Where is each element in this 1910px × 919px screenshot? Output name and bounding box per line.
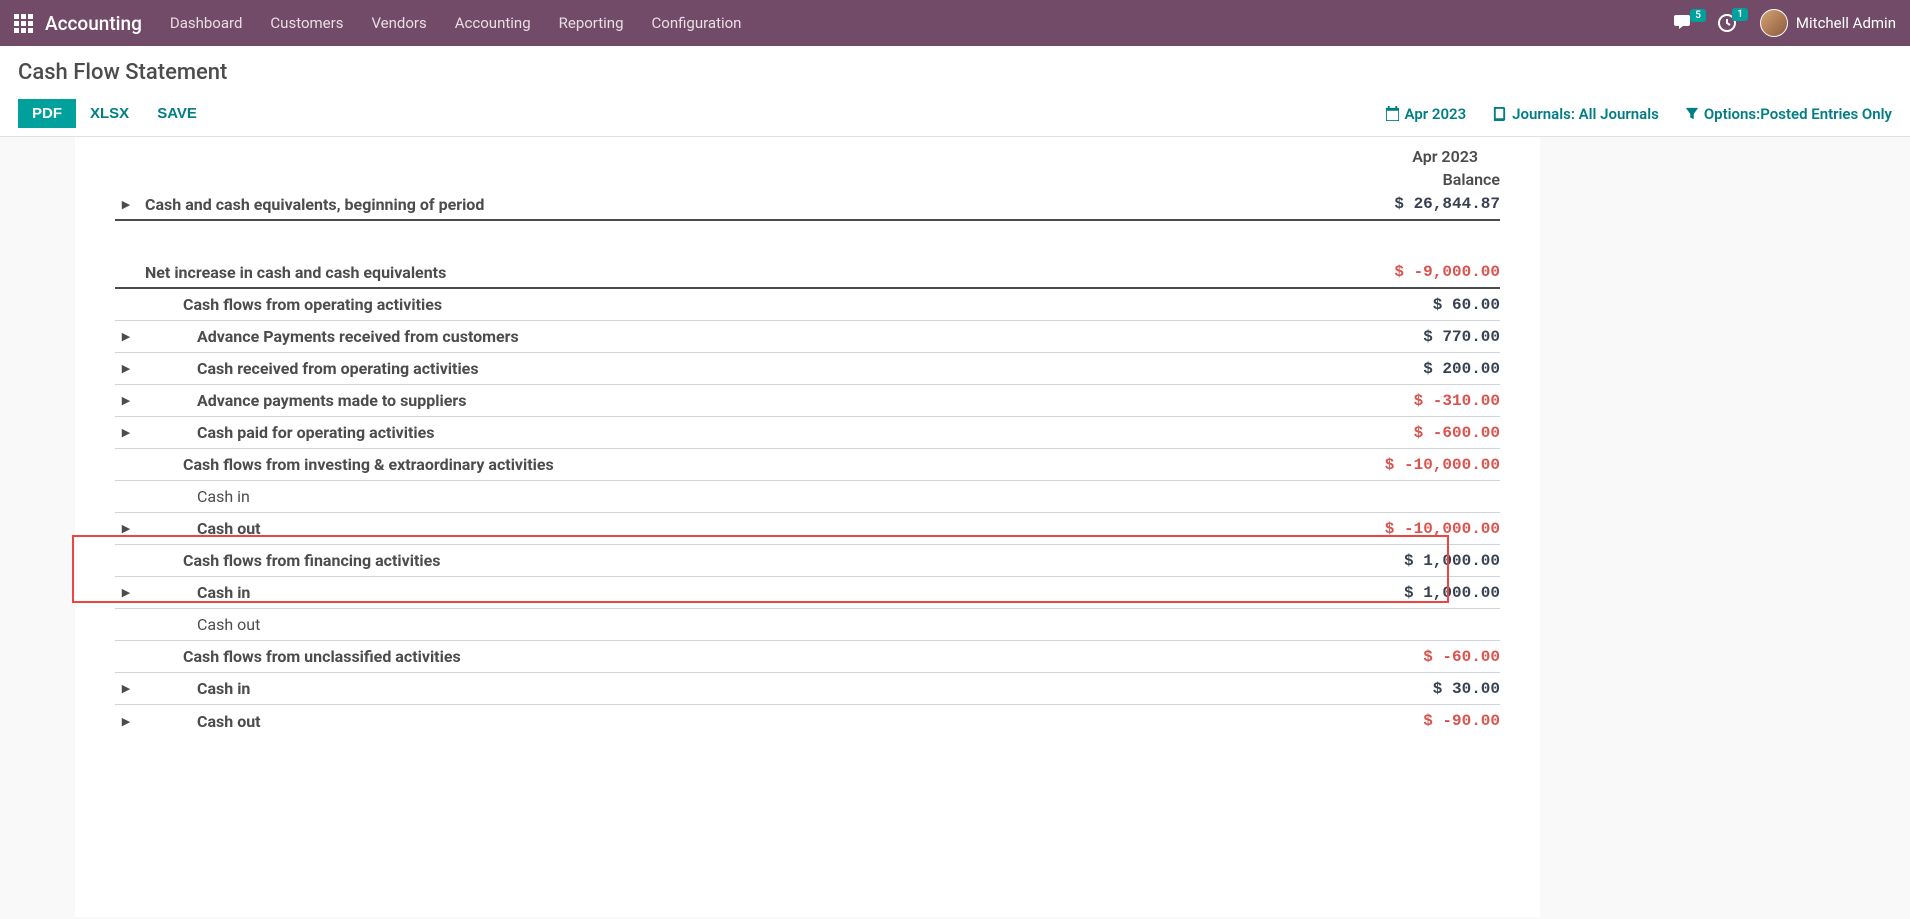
expand-caret-icon[interactable]: ▶ [115, 522, 137, 535]
expand-caret-icon[interactable]: ▶ [115, 586, 137, 599]
toolbar: PDF XLSX SAVE Apr 2023 Journals: All Jou… [18, 99, 1892, 128]
row-value: $ -310.00 [1350, 392, 1500, 410]
filter-journals[interactable]: Journals: All Journals [1492, 105, 1659, 123]
row-label[interactable]: Advance Payments received from customers [137, 327, 1350, 346]
row-label[interactable]: Cash out [137, 519, 1350, 538]
avatar [1760, 9, 1788, 37]
row-value: $ 770.00 [1350, 328, 1500, 346]
navbar: Accounting Dashboard Customers Vendors A… [0, 0, 1910, 46]
spacer [115, 221, 1500, 257]
row-value: $ 1,000.00 [1350, 584, 1500, 602]
expand-caret-icon[interactable]: ▶ [115, 198, 137, 211]
row-value: $ 26,844.87 [1350, 195, 1500, 213]
report-row: Cash in [115, 481, 1500, 513]
filter-date-label: Apr 2023 [1405, 105, 1467, 123]
row-label[interactable]: Cash flows from unclassified activities [137, 647, 1350, 666]
row-value: $ -600.00 [1350, 424, 1500, 442]
calendar-icon [1385, 106, 1400, 121]
report-row: ▶Cash in$ 30.00 [115, 673, 1500, 705]
row-label[interactable]: Cash flows from financing activities [137, 551, 1350, 570]
expand-caret-icon[interactable]: ▶ [115, 715, 137, 728]
row-value: $ -10,000.00 [1350, 520, 1500, 538]
filter-options[interactable]: Options:Posted Entries Only [1685, 105, 1892, 123]
messages-badge: 5 [1690, 9, 1706, 22]
report-row: Cash out [115, 609, 1500, 641]
filter-icon [1685, 107, 1699, 121]
subheader: Cash Flow Statement PDF XLSX SAVE Apr 20… [0, 46, 1910, 137]
expand-caret-icon[interactable]: ▶ [115, 426, 137, 439]
nav-configuration[interactable]: Configuration [652, 14, 742, 32]
expand-caret-icon[interactable]: ▶ [115, 330, 137, 343]
row-label[interactable]: Cash received from operating activities [137, 359, 1350, 378]
balance-header: Balance [115, 166, 1500, 189]
row-label[interactable]: Advance payments made to suppliers [137, 391, 1350, 410]
report-row: ▶Cash out$ -90.00 [115, 705, 1500, 737]
row-value: $ 60.00 [1350, 296, 1500, 314]
book-icon [1492, 106, 1507, 121]
expand-caret-icon[interactable]: ▶ [115, 394, 137, 407]
filter-journals-label: Journals: All Journals [1512, 105, 1659, 123]
report-row: ▶Advance Payments received from customer… [115, 321, 1500, 353]
activities-badge: 1 [1732, 8, 1748, 21]
nav-accounting[interactable]: Accounting [455, 14, 531, 32]
row-value: $ 200.00 [1350, 360, 1500, 378]
filter-options-label: Options:Posted Entries Only [1704, 105, 1892, 123]
report-row: ▶Cash and cash equivalents, beginning of… [115, 189, 1500, 221]
report-row: Cash flows from investing & extraordinar… [115, 449, 1500, 481]
row-value: $ 30.00 [1350, 680, 1500, 698]
expand-caret-icon[interactable]: ▶ [115, 682, 137, 695]
nav-dashboard[interactable]: Dashboard [170, 14, 243, 32]
row-label[interactable]: Net increase in cash and cash equivalent… [137, 263, 1350, 282]
nav-right: 5 1 Mitchell Admin [1674, 9, 1896, 37]
report-row: ▶Cash in$ 1,000.00 [115, 577, 1500, 609]
page-title: Cash Flow Statement [18, 60, 1892, 85]
row-label[interactable]: Cash out [137, 712, 1350, 731]
app-brand[interactable]: Accounting [45, 12, 142, 35]
xlsx-button[interactable]: XLSX [76, 99, 143, 128]
report-row: Net increase in cash and cash equivalent… [115, 257, 1500, 289]
row-label[interactable]: Cash in [137, 487, 1350, 506]
row-value: $ -90.00 [1350, 712, 1500, 730]
report-row: ▶Cash out$ -10,000.00 [115, 513, 1500, 545]
row-value: $ -60.00 [1350, 648, 1500, 666]
username: Mitchell Admin [1796, 14, 1896, 32]
report-row: ▶Advance payments made to suppliers$ -31… [115, 385, 1500, 417]
row-label[interactable]: Cash flows from investing & extraordinar… [137, 455, 1350, 474]
row-value: $ 1,000.00 [1350, 552, 1500, 570]
save-button[interactable]: SAVE [143, 99, 211, 128]
filter-date[interactable]: Apr 2023 [1385, 105, 1467, 123]
nav-menu: Dashboard Customers Vendors Accounting R… [170, 14, 1674, 32]
row-label[interactable]: Cash out [137, 615, 1350, 634]
row-label[interactable]: Cash in [137, 679, 1350, 698]
row-label[interactable]: Cash paid for operating activities [137, 423, 1350, 442]
row-value: $ -10,000.00 [1350, 456, 1500, 474]
row-label[interactable]: Cash flows from operating activities [137, 295, 1350, 314]
nav-vendors[interactable]: Vendors [371, 14, 426, 32]
pdf-button[interactable]: PDF [18, 99, 76, 128]
nav-reporting[interactable]: Reporting [559, 14, 624, 32]
apps-icon[interactable] [14, 14, 33, 33]
nav-customers[interactable]: Customers [270, 14, 343, 32]
activities-icon[interactable]: 1 [1718, 14, 1736, 32]
user-menu[interactable]: Mitchell Admin [1760, 9, 1896, 37]
report: Apr 2023 Balance ▶Cash and cash equivale… [75, 137, 1540, 917]
messages-icon[interactable]: 5 [1674, 15, 1694, 31]
row-label[interactable]: Cash in [137, 583, 1350, 602]
report-row: ▶Cash paid for operating activities$ -60… [115, 417, 1500, 449]
expand-caret-icon[interactable]: ▶ [115, 362, 137, 375]
report-rows: ▶Cash and cash equivalents, beginning of… [115, 189, 1500, 737]
report-row: ▶Cash received from operating activities… [115, 353, 1500, 385]
report-row: Cash flows from financing activities$ 1,… [115, 545, 1500, 577]
row-label[interactable]: Cash and cash equivalents, beginning of … [137, 195, 1350, 214]
report-row: Cash flows from unclassified activities$… [115, 641, 1500, 673]
period-label: Apr 2023 [115, 147, 1478, 166]
row-value: $ -9,000.00 [1350, 263, 1500, 281]
report-row: Cash flows from operating activities$ 60… [115, 289, 1500, 321]
